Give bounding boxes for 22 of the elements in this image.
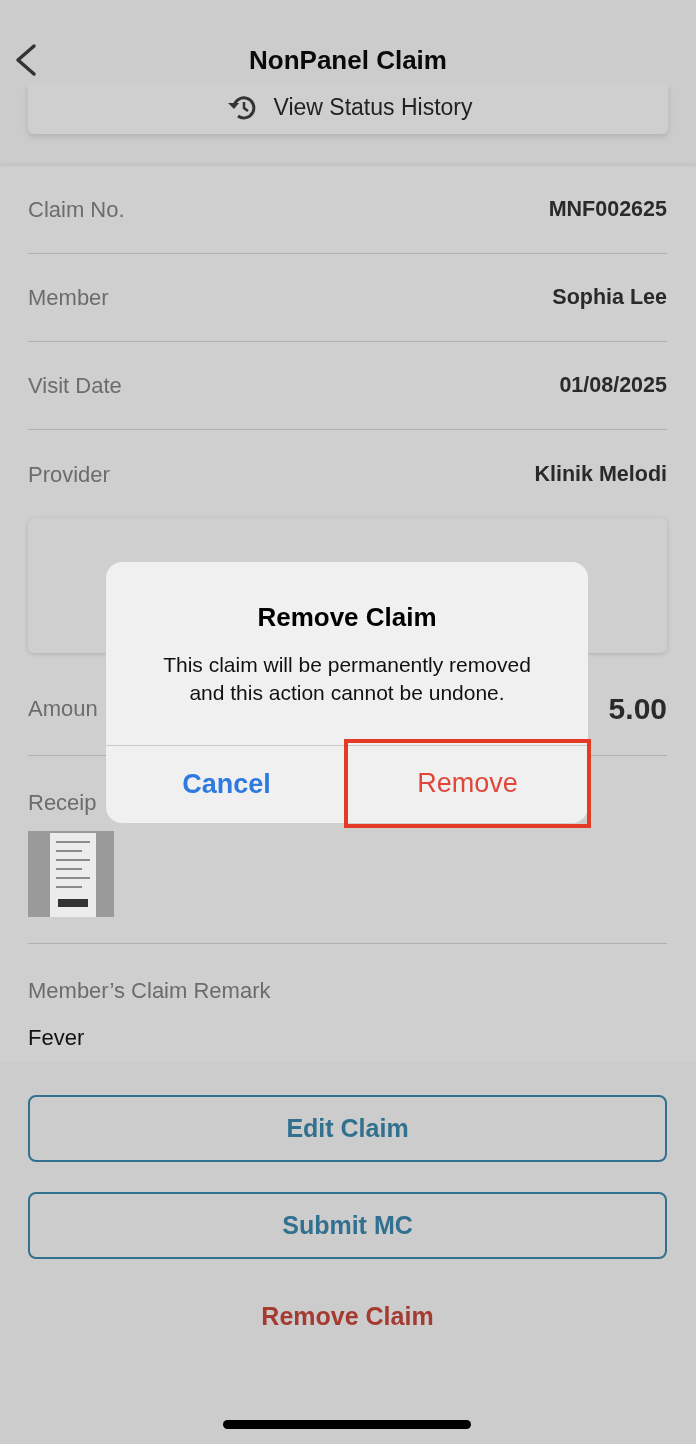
dialog-button[interactable]: Cancel (106, 746, 347, 823)
action-button[interactable]: Submit MC (28, 1192, 667, 1259)
remove-link[interactable]: Remove Claim (28, 1283, 667, 1351)
dialog-title: Remove Claim (256, 601, 438, 634)
field-label: Claim No. (28, 196, 125, 224)
dialog-button[interactable]: Remove (347, 742, 588, 825)
field-value: Sophia Lee (552, 284, 667, 312)
status-history-button[interactable]: View Status History (28, 84, 668, 134)
field-value: 01/08/2025 (559, 372, 667, 400)
field-value: MNF002625 (548, 196, 667, 224)
field-label: Receip (28, 789, 97, 817)
field-value: Klinik Melodi (534, 460, 667, 488)
field-label: Member’s Claim Remark (28, 977, 272, 1005)
field-label: Member (28, 284, 109, 312)
field-label: Provider (28, 460, 110, 489)
dialog-message: This claim will be permanently removed and this action cannot be undone. (162, 652, 532, 706)
field-label: Visit Date (28, 372, 122, 400)
field-label: Amoun (28, 694, 98, 723)
remark-text: Fever (28, 1024, 86, 1052)
amount-value: 5.00 (608, 690, 667, 727)
action-button[interactable]: Edit Claim (28, 1095, 667, 1162)
page-title: NonPanel Claim (249, 43, 447, 77)
